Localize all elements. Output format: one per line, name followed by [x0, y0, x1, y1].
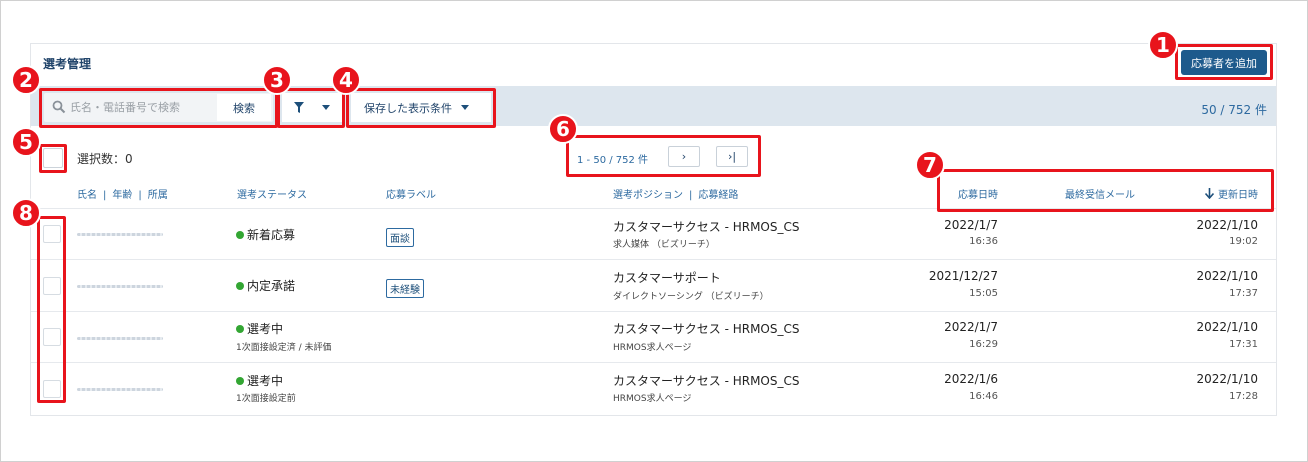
- application-label-tag: 面談: [386, 228, 414, 247]
- annotation-box-4: [346, 88, 496, 128]
- applicant-name-redacted[interactable]: [77, 285, 163, 288]
- applied-date: 2021/12/27: [928, 269, 998, 283]
- applicant-name-redacted[interactable]: [77, 233, 163, 236]
- route-text: HRMOS求人ページ: [613, 343, 692, 353]
- applied-time: 16:46: [969, 391, 998, 402]
- route-text: 求人媒体 （ビズリーチ）: [613, 240, 715, 250]
- annotation-box-3: [277, 88, 345, 128]
- position-text: カスタマーサクセス - HRMOS_CS: [613, 374, 800, 388]
- applied-time: 16:29: [969, 339, 998, 350]
- annotation-badge-1: 1: [1148, 30, 1178, 60]
- selected-count: 選択数：0: [77, 152, 133, 166]
- row-divider: [31, 311, 1276, 312]
- page-title: 選考管理: [43, 57, 92, 71]
- position-text: カスタマーサクセス - HRMOS_CS: [613, 322, 800, 336]
- updated-time: 19:02: [1229, 236, 1258, 247]
- route-text: ダイレクトソーシング （ビズリーチ）: [613, 292, 769, 302]
- status-cell: 選考中: [236, 372, 283, 389]
- annotation-box-2: [39, 88, 278, 128]
- annotation-badge-2: 2: [11, 65, 41, 95]
- annotation-box-6: [566, 135, 761, 177]
- applied-date: 2022/1/7: [944, 218, 998, 232]
- column-header-name-group: 氏名 | 年齢 | 所属: [77, 190, 168, 201]
- status-text: 選考中: [247, 322, 284, 336]
- status-text: 新着応募: [247, 228, 296, 242]
- status-detail: 1次面接設定済 / 未評価: [236, 343, 332, 353]
- column-header-affiliation[interactable]: 所属: [148, 190, 168, 201]
- column-header-label[interactable]: 応募ラベル: [386, 186, 436, 201]
- status-detail: 1次面接設定前: [236, 394, 296, 404]
- column-header-position-group: 選考ポジション | 応募経路: [613, 190, 739, 201]
- status-text: 選考中: [247, 374, 284, 388]
- status-text: 内定承諾: [247, 279, 296, 293]
- status-dot-icon: [236, 324, 244, 333]
- column-header-age[interactable]: 年齢: [112, 190, 132, 201]
- applicant-name-redacted[interactable]: [77, 388, 163, 391]
- status-dot-icon: [236, 230, 244, 239]
- column-header-name[interactable]: 氏名: [77, 190, 97, 201]
- applied-time: 15:05: [969, 288, 998, 299]
- status-dot-icon: [236, 376, 244, 385]
- annotation-box-5: [39, 144, 67, 173]
- status-dot-icon: [236, 281, 244, 290]
- position-text: カスタマーサクセス - HRMOS_CS: [613, 220, 800, 234]
- annotation-badge-5: 5: [11, 127, 41, 157]
- annotation-box-8: [37, 216, 66, 403]
- status-cell: 選考中: [236, 320, 283, 337]
- updated-time: 17:31: [1229, 339, 1258, 350]
- column-header-route[interactable]: 応募経路: [698, 190, 738, 201]
- column-header-position[interactable]: 選考ポジション: [613, 190, 683, 201]
- applied-date: 2022/1/7: [944, 320, 998, 334]
- position-text: カスタマーサポート: [613, 271, 721, 285]
- updated-date: 2022/1/10: [1196, 320, 1258, 334]
- applied-time: 16:36: [969, 236, 998, 247]
- updated-time: 17:37: [1229, 288, 1258, 299]
- status-cell: 新着応募: [236, 226, 295, 243]
- total-count: 50 / 752 件: [1201, 103, 1267, 117]
- updated-date: 2022/1/10: [1196, 372, 1258, 386]
- column-header-status[interactable]: 選考ステータス: [237, 186, 307, 201]
- applied-date: 2022/1/6: [944, 372, 998, 386]
- annotation-badge-4: 4: [331, 65, 361, 95]
- row-divider: [31, 259, 1276, 260]
- annotation-badge-8: 8: [11, 198, 41, 228]
- application-label-tag: 未経験: [386, 279, 424, 298]
- updated-date: 2022/1/10: [1196, 218, 1258, 232]
- annotation-badge-6: 6: [548, 114, 578, 144]
- annotation-badge-7: 7: [915, 150, 945, 180]
- status-cell: 内定承諾: [236, 277, 295, 294]
- row-divider: [31, 362, 1276, 363]
- annotation-box-7: [937, 169, 1274, 212]
- updated-date: 2022/1/10: [1196, 269, 1258, 283]
- applicant-name-redacted[interactable]: [77, 337, 163, 340]
- annotation-badge-3: 3: [262, 65, 292, 95]
- updated-time: 17:28: [1229, 391, 1258, 402]
- route-text: HRMOS求人ページ: [613, 394, 692, 404]
- annotation-box-1: [1175, 44, 1273, 80]
